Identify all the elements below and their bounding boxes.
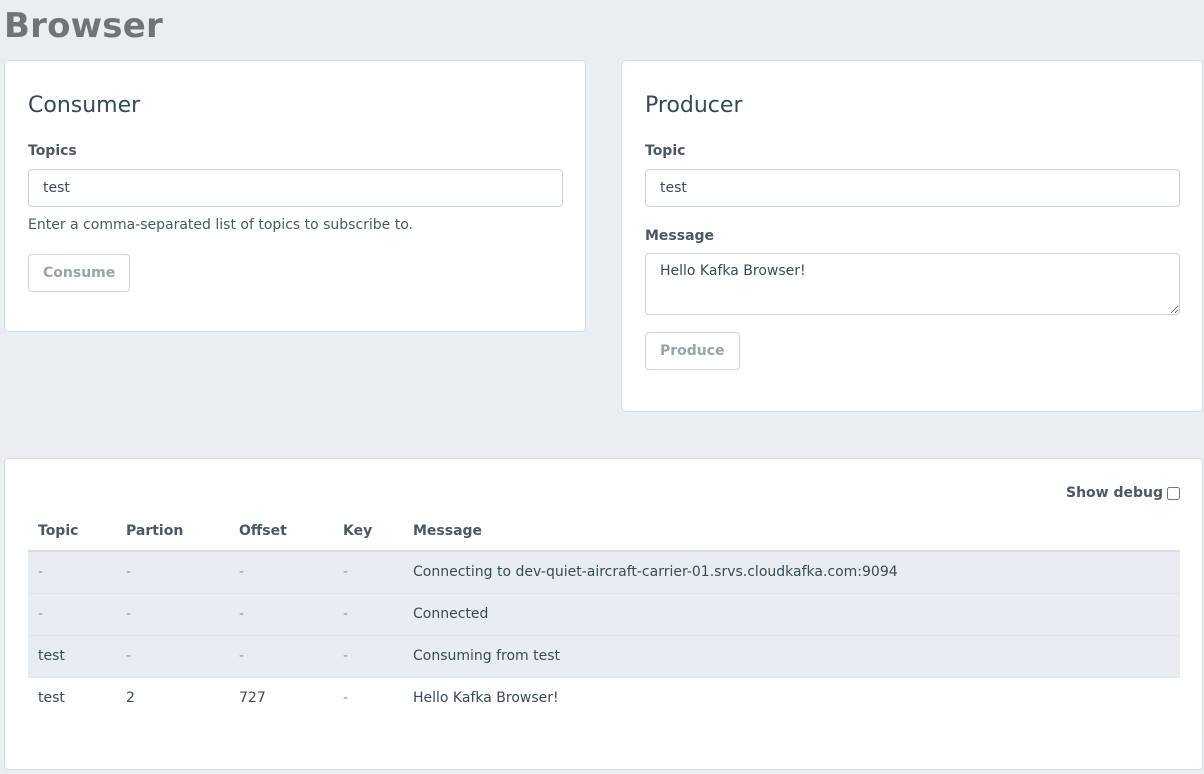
show-debug-toggle[interactable]: Show debug bbox=[1066, 485, 1180, 501]
message-label: Message bbox=[645, 228, 715, 244]
producer-card: Producer Topic Message Hello Kafka Brows… bbox=[621, 60, 1203, 412]
cell-offset: - bbox=[229, 635, 333, 678]
cell-message: Connecting to dev-quiet-aircraft-carrier… bbox=[403, 551, 1180, 594]
cell-topic: test bbox=[38, 690, 65, 707]
cell-key: - bbox=[343, 690, 349, 707]
cell-topic: test bbox=[28, 635, 116, 678]
column-header-partition: Partion bbox=[116, 511, 229, 552]
cell-partition: - bbox=[116, 635, 229, 678]
table-row: test - - - Consuming from test bbox=[28, 635, 1180, 678]
topics-help-text: Enter a comma-separated list of topics t… bbox=[28, 217, 414, 233]
consumer-topics-input[interactable] bbox=[28, 169, 563, 207]
cell-message: Connected bbox=[403, 593, 1180, 636]
produce-button[interactable]: Produce bbox=[645, 332, 740, 370]
producer-topic-input[interactable] bbox=[645, 169, 1180, 207]
show-debug-checkbox[interactable] bbox=[1167, 486, 1180, 500]
topic-label: Topic bbox=[645, 143, 686, 159]
column-header-message: Message bbox=[403, 511, 1180, 552]
cell-key: - bbox=[333, 551, 403, 594]
column-header-offset: Offset bbox=[229, 511, 333, 552]
table-row: - - - - Connecting to dev-quiet-aircraft… bbox=[28, 551, 1180, 594]
table-row: test 2 727 - Hello Kafka Browser! bbox=[28, 677, 1180, 719]
cell-offset: 727 bbox=[239, 690, 266, 707]
cell-key: - bbox=[333, 635, 403, 678]
cell-partition: - bbox=[116, 593, 229, 636]
page-title: Browser bbox=[4, 6, 163, 46]
message-table: Topic Partion Offset Key Message - - - -… bbox=[28, 511, 1180, 719]
column-header-key: Key bbox=[333, 511, 403, 552]
cell-topic: - bbox=[28, 551, 116, 594]
topics-label: Topics bbox=[28, 143, 77, 159]
cell-key: - bbox=[333, 593, 403, 636]
table-header-row: Topic Partion Offset Key Message bbox=[28, 511, 1180, 552]
cell-message: Hello Kafka Browser! bbox=[413, 690, 559, 707]
producer-title: Producer bbox=[645, 93, 743, 118]
show-debug-label: Show debug bbox=[1065, 485, 1163, 501]
cell-offset: - bbox=[229, 551, 333, 594]
cell-partition: - bbox=[116, 551, 229, 594]
consume-button[interactable]: Consume bbox=[28, 254, 131, 292]
consumer-title: Consumer bbox=[28, 93, 141, 118]
producer-message-textarea[interactable]: Hello Kafka Browser! bbox=[645, 253, 1180, 315]
cell-topic: - bbox=[28, 593, 116, 636]
cell-offset: - bbox=[229, 593, 333, 636]
consumer-card: Consumer Topics Enter a comma-separated … bbox=[4, 60, 586, 332]
cell-partition: 2 bbox=[126, 690, 135, 707]
message-log-card: Show debug Topic Partion Offset Key Mess… bbox=[4, 458, 1203, 770]
table-row: - - - - Connected bbox=[28, 593, 1180, 636]
column-header-topic: Topic bbox=[28, 511, 116, 552]
cell-message: Consuming from test bbox=[403, 635, 1180, 678]
